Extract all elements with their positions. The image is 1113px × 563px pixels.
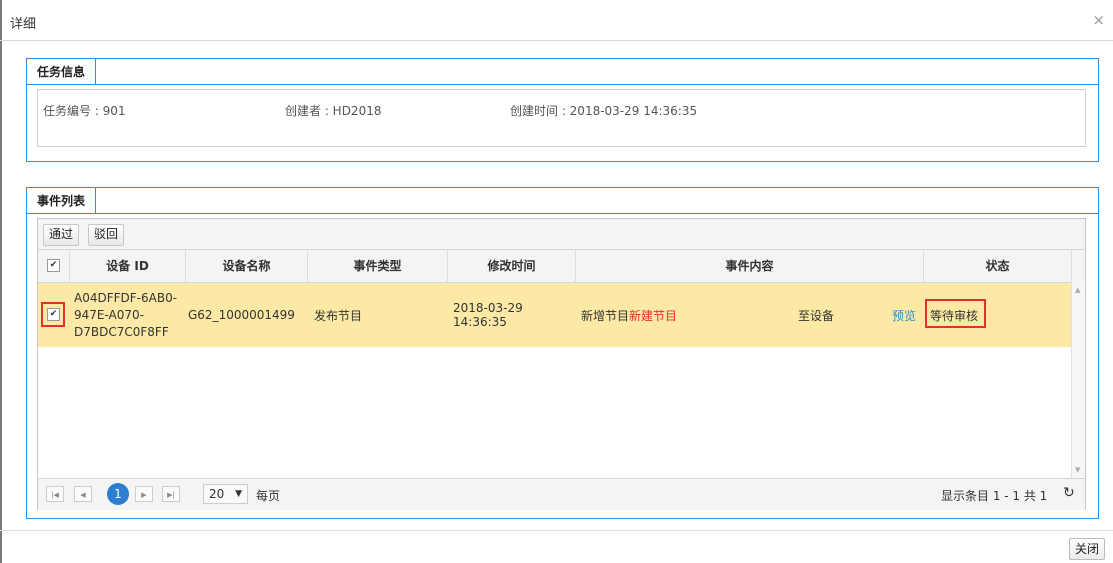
modified-time-cell: 2018-03-29 14:36:35 — [453, 301, 523, 329]
content-target: 至设备 — [798, 308, 835, 323]
page-size-select[interactable]: 20 ▼ — [203, 484, 248, 504]
page-size-value: 20 — [209, 487, 225, 501]
event-list-panel: 事件列表 通过 驳回 ✔ 设备 ID 设备名称 事件类型 修改时间 事件内容 状… — [26, 187, 1099, 519]
device-id-line: A04DFFDF-6AB0- — [74, 290, 178, 305]
current-page-button[interactable]: 1 — [107, 483, 129, 505]
table-row[interactable]: ✔ A04DFFDF-6AB0- 947E-A070- D7BDC7C0F8FF… — [38, 283, 1072, 347]
task-created-time: 创建时间 : 2018-03-29 14:36:35 — [510, 104, 698, 118]
device-name-cell: G62_1000001499 — [188, 308, 295, 322]
next-page-icon[interactable]: ▶ — [135, 486, 153, 502]
select-all-cell: ✔ — [38, 250, 70, 282]
approve-button[interactable]: 通过 — [43, 224, 80, 246]
scroll-down-icon[interactable]: ▼ — [1075, 466, 1080, 474]
close-icon[interactable]: × — [1092, 11, 1105, 29]
col-status[interactable]: 状态 — [924, 250, 1072, 282]
footer-divider — [0, 530, 1113, 531]
grid-toolbar: 通过 驳回 — [38, 219, 1085, 250]
window-left-edge — [0, 0, 2, 563]
event-content-cell: 新增节目 新建节目 至设备 预览 — [581, 283, 924, 347]
content-program-name: 新建节目 — [629, 308, 678, 323]
status-highlight-box — [925, 299, 986, 328]
first-page-icon[interactable]: |◀ — [46, 486, 64, 502]
grid-header: ✔ 设备 ID 设备名称 事件类型 修改时间 事件内容 状态 — [38, 250, 1085, 283]
reject-button[interactable]: 驳回 — [88, 224, 125, 246]
highlight-box — [41, 302, 65, 327]
grid-pager: |◀ ◀ 1 ▶ ▶| 20 ▼ 每页 显示条目 1 - 1 共 1 ↻ — [38, 478, 1085, 510]
close-button[interactable]: 关闭 — [1068, 538, 1105, 560]
refresh-icon[interactable]: ↻ — [1063, 485, 1075, 501]
last-page-icon[interactable]: ▶| — [162, 486, 180, 502]
device-id-line: D7BDC7C0F8FF — [74, 324, 169, 339]
col-device-name[interactable]: 设备名称 — [186, 250, 308, 282]
task-number: 任务编号 : 901 — [43, 104, 126, 118]
device-id-cell: A04DFFDF-6AB0- 947E-A070- D7BDC7C0F8FF — [74, 283, 186, 347]
vertical-scrollbar[interactable]: ▲ ▼ — [1071, 282, 1085, 478]
tab-underline — [96, 84, 1098, 85]
dialog-titlebar: 详细 × — [0, 0, 1113, 41]
col-modified-time[interactable]: 修改时间 — [448, 250, 576, 282]
tab-underline — [96, 213, 1098, 214]
pager-summary: 显示条目 1 - 1 共 1 — [941, 489, 1048, 503]
event-grid: 通过 驳回 ✔ 设备 ID 设备名称 事件类型 修改时间 事件内容 状态 ✔ A… — [37, 218, 1086, 510]
content-prefix: 新增节目 — [581, 308, 630, 323]
dialog-title: 详细 — [10, 17, 37, 32]
col-device-id[interactable]: 设备 ID — [70, 250, 186, 282]
col-event-content[interactable]: 事件内容 — [576, 250, 924, 282]
chevron-down-icon: ▼ — [235, 489, 242, 499]
task-info-box: 任务编号 : 901 创建者 : HD2018 创建时间 : 2018-03-2… — [37, 89, 1086, 147]
device-id-line: 947E-A070- — [74, 307, 144, 322]
col-event-type[interactable]: 事件类型 — [308, 250, 448, 282]
tab-event-list[interactable]: 事件列表 — [27, 188, 97, 214]
preview-link[interactable]: 预览 — [892, 307, 916, 324]
row-select-cell: ✔ — [38, 283, 70, 347]
select-all-checkbox[interactable]: ✔ — [47, 259, 60, 272]
tab-task-info[interactable]: 任务信息 — [27, 59, 97, 85]
task-info-panel: 任务信息 任务编号 : 901 创建者 : HD2018 创建时间 : 2018… — [26, 58, 1099, 162]
scroll-up-icon[interactable]: ▲ — [1075, 286, 1080, 294]
task-creator: 创建者 : HD2018 — [285, 104, 382, 118]
event-type-cell: 发布节目 — [314, 308, 363, 323]
per-page-label: 每页 — [256, 489, 281, 503]
prev-page-icon[interactable]: ◀ — [74, 486, 92, 502]
